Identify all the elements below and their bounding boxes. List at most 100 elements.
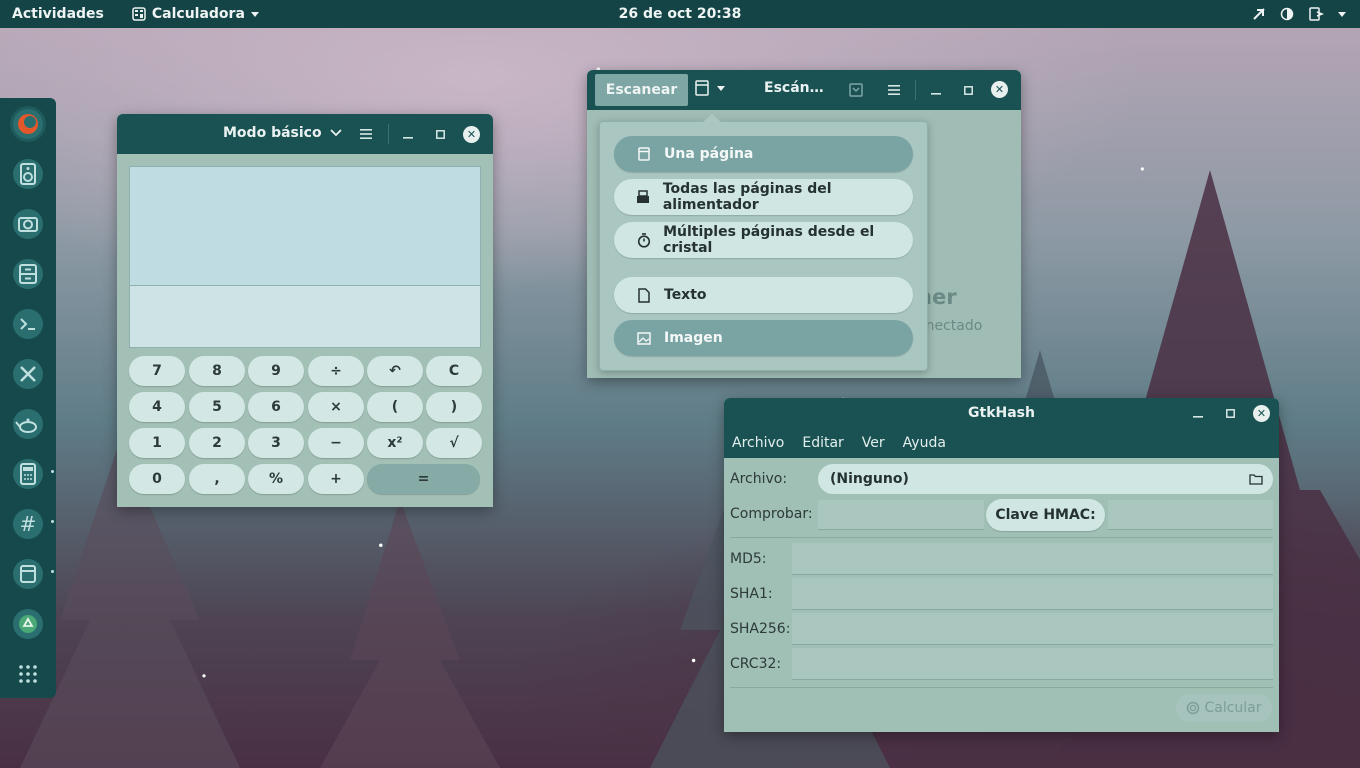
system-tray[interactable] (1252, 0, 1346, 28)
calc-key[interactable]: 4 (129, 392, 185, 422)
sha1-field[interactable] (792, 578, 1273, 610)
calc-key[interactable]: = (367, 464, 480, 494)
calc-key[interactable]: ÷ (308, 356, 364, 386)
hmac-key-button[interactable]: Clave HMAC: (986, 499, 1105, 531)
calc-key[interactable]: 5 (189, 392, 245, 422)
hamburger-menu-icon[interactable] (884, 80, 904, 100)
terminal-icon[interactable] (10, 306, 46, 342)
folder-icon (1249, 474, 1263, 485)
calculator-history-display[interactable] (129, 166, 481, 285)
calc-key[interactable]: , (189, 464, 245, 494)
apps-grid-icon[interactable] (10, 656, 46, 692)
teapot-icon[interactable] (10, 406, 46, 442)
crc32-field[interactable] (792, 648, 1273, 680)
menu-item-label: Imagen (664, 330, 723, 346)
calculate-button[interactable]: Calcular (1176, 694, 1272, 722)
gtkhash-window: GtkHash ✕ Archivo Editar Ver Ayuda Archi… (724, 398, 1279, 732)
chevron-down-icon (329, 129, 342, 137)
calc-key[interactable]: 9 (248, 356, 304, 386)
minimize-icon[interactable] (1188, 403, 1208, 423)
gtkhash-titlebar: GtkHash ✕ (724, 398, 1279, 428)
calculator-input-display[interactable] (129, 285, 481, 348)
save-icon[interactable] (846, 80, 866, 100)
close-icon[interactable]: ✕ (1253, 405, 1270, 422)
recycle-icon[interactable] (10, 606, 46, 642)
hamburger-menu-icon[interactable] (356, 124, 376, 144)
calc-key[interactable]: √ (426, 428, 482, 458)
menu-ayuda[interactable]: Ayuda (903, 435, 946, 451)
menu-ver[interactable]: Ver (862, 435, 885, 451)
calc-key[interactable]: 1 (129, 428, 185, 458)
calculator-titlebar: Modo básico ✕ (117, 114, 493, 154)
airplane-icon[interactable] (1252, 7, 1266, 21)
night-light-icon[interactable] (1280, 7, 1294, 21)
sha256-label: SHA256: (730, 621, 791, 637)
scan-type-dropdown[interactable] (695, 80, 725, 96)
firefox-icon[interactable] (10, 106, 46, 142)
menu-item-multiples-paginas[interactable]: Múltiples páginas desde el cristal (614, 222, 913, 258)
scan-button[interactable]: Escanear (595, 74, 688, 106)
calculator-icon[interactable] (10, 456, 46, 492)
menu-editar[interactable]: Editar (802, 435, 843, 451)
menu-item-una-pagina[interactable]: Una página (614, 136, 913, 172)
speaker-icon[interactable] (10, 156, 46, 192)
md5-field[interactable] (792, 543, 1273, 575)
calc-key[interactable]: 2 (189, 428, 245, 458)
feeder-icon (636, 190, 651, 204)
single-page-icon (636, 147, 652, 161)
calc-key[interactable]: ↶ (367, 356, 423, 386)
tools-icon[interactable] (10, 356, 46, 392)
check-input[interactable] (818, 500, 984, 530)
maximize-icon[interactable] (430, 124, 450, 144)
maximize-icon[interactable] (958, 80, 978, 100)
menu-item-imagen[interactable]: Imagen (614, 320, 913, 356)
running-indicator (51, 570, 54, 573)
calc-key[interactable]: ( (367, 392, 423, 422)
calc-key[interactable]: × (308, 392, 364, 422)
svg-text:#: # (20, 512, 37, 536)
minimize-icon[interactable] (398, 124, 418, 144)
menu-archivo[interactable]: Archivo (732, 435, 784, 451)
scanner-titlebar: Escanear Escán… ✕ (587, 70, 1021, 110)
hash-icon[interactable]: # (10, 506, 46, 542)
mode-selector[interactable]: Modo básico (223, 125, 342, 141)
menu-bar: Archivo Editar Ver Ayuda (724, 428, 1279, 458)
titlebar-separator (915, 80, 916, 100)
sha256-field[interactable] (792, 613, 1273, 645)
scan-type-popover: Una página Todas las páginas del aliment… (599, 114, 928, 371)
file-chooser-value: (Ninguno) (830, 471, 909, 487)
clock[interactable]: 26 de oct 20:38 (619, 6, 742, 22)
calc-key[interactable]: x² (367, 428, 423, 458)
system-menu-chevron-icon[interactable] (1338, 11, 1346, 17)
calc-key[interactable]: 3 (248, 428, 304, 458)
menu-item-texto[interactable]: Texto (614, 277, 913, 313)
power-icon[interactable] (1308, 6, 1324, 22)
calc-key[interactable]: 7 (129, 356, 185, 386)
device-label[interactable]: Escán… (764, 80, 824, 96)
calc-key[interactable]: + (308, 464, 364, 494)
close-icon[interactable]: ✕ (463, 126, 480, 143)
file-chooser-button[interactable]: (Ninguno) (818, 464, 1273, 494)
calc-key[interactable]: 0 (129, 464, 185, 494)
hmac-input[interactable] (1108, 500, 1273, 530)
camera-icon[interactable] (10, 206, 46, 242)
app-menu[interactable]: Calculadora (132, 6, 259, 22)
execute-icon (1187, 701, 1200, 715)
calc-key[interactable]: − (308, 428, 364, 458)
menu-item-label: Texto (664, 287, 707, 303)
calc-key[interactable]: 8 (189, 356, 245, 386)
separator (730, 537, 1273, 538)
calc-key[interactable]: ) (426, 392, 482, 422)
close-icon[interactable]: ✕ (991, 81, 1008, 98)
file-cabinet-icon[interactable] (10, 256, 46, 292)
minimize-icon[interactable] (926, 80, 946, 100)
menu-item-todas-paginas[interactable]: Todas las páginas del alimentador (614, 179, 913, 215)
activities-button[interactable]: Actividades (12, 6, 104, 22)
calc-key[interactable]: C (426, 356, 482, 386)
calc-key[interactable]: 6 (248, 392, 304, 422)
scanner-icon[interactable] (10, 556, 46, 592)
menu-item-label: Todas las páginas del alimentador (662, 181, 832, 213)
maximize-icon[interactable] (1220, 403, 1240, 423)
calc-key[interactable]: % (248, 464, 304, 494)
document-icon (636, 287, 652, 303)
